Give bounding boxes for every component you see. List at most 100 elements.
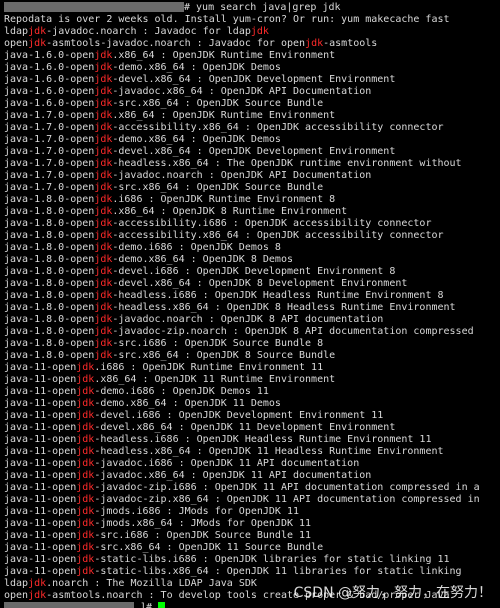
output-line: java-1.7.0-openjdk-demo.x86_64 : OpenJDK…: [4, 134, 281, 145]
search-match: jdk: [76, 530, 95, 541]
search-match: jdk: [94, 98, 113, 109]
terminal-cursor: [158, 602, 166, 608]
search-match: jdk: [76, 458, 95, 469]
trailing-prompt-tail: ]#: [134, 602, 153, 608]
output-line: java-11-openjdk-javadoc-zip.i686 : OpenJ…: [4, 482, 480, 493]
search-match: jdk: [305, 38, 324, 49]
search-match: jdk: [94, 134, 113, 145]
output-line: java-1.7.0-openjdk-accessibility.x86_64 …: [4, 122, 444, 133]
output-line: java-1.7.0-openjdk-devel.x86_64 : OpenJD…: [4, 146, 396, 157]
output-line: java-11-openjdk-headless.x86_64 : OpenJD…: [4, 446, 444, 457]
search-match: jdk: [94, 122, 113, 133]
output-line: Repodata is over 2 weeks old. Install yu…: [4, 14, 450, 25]
output-line: java-1.8.0-openjdk-demo.x86_64 : OpenJDK…: [4, 254, 293, 265]
search-match: jdk: [76, 542, 95, 553]
search-match: jdk: [94, 194, 113, 205]
prompt-command: # yum search java|grep jdk: [184, 2, 341, 13]
output-line: java-11-openjdk-headless.i686 : OpenJDK …: [4, 434, 432, 445]
output-line: java-1.8.0-openjdk-headless.i686 : OpenJ…: [4, 290, 444, 301]
search-match: jdk: [94, 338, 113, 349]
output-line: java-11-openjdk-jmods.x86_64 : JMods for…: [4, 518, 312, 529]
search-match: jdk: [94, 62, 113, 73]
output-line: java-11-openjdk-demo.i686 : OpenJDK Demo…: [4, 386, 269, 397]
output-line: java-1.8.0-openjdk-devel.x86_64 : OpenJD…: [4, 278, 408, 289]
search-match: jdk: [76, 410, 95, 421]
output-line: java-1.7.0-openjdk.x86_64 : OpenJDK Runt…: [4, 110, 336, 121]
output-line: java-11-openjdk-demo.x86_64 : OpenJDK 11…: [4, 398, 281, 409]
output-line: java-1.6.0-openjdk-demo.x86_64 : OpenJDK…: [4, 62, 281, 73]
output-line: java-1.6.0-openjdk.x86_64 : OpenJDK Runt…: [4, 50, 336, 61]
search-match: jdk: [94, 302, 113, 313]
output-line: java-1.8.0-openjdk-headless.x86_64 : Ope…: [4, 302, 456, 313]
output-line: java-11-openjdk-devel.x86_64 : OpenJDK 1…: [4, 422, 396, 433]
output-line: java-1.7.0-openjdk-javadoc.noarch : Open…: [4, 170, 372, 181]
search-match: jdk: [94, 290, 113, 301]
output-line: java-1.8.0-openjdk-accessibility.i686 : …: [4, 218, 432, 229]
terminal-window[interactable]: # yum search java|grep jdk Repodata is o…: [0, 0, 500, 608]
output-line: java-1.8.0-openjdk-javadoc.noarch : Open…: [4, 314, 384, 325]
search-match: jdk: [94, 278, 113, 289]
output-line: java-1.8.0-openjdk.i686 : OpenJDK Runtim…: [4, 194, 336, 205]
output-line: java-11-openjdk-jmods.i686 : JMods for O…: [4, 506, 300, 517]
output-line: java-1.6.0-openjdk-devel.x86_64 : OpenJD…: [4, 74, 396, 85]
search-match: jdk: [76, 518, 95, 529]
output-line: java-11-openjdk-src.i686 : OpenJDK Sourc…: [4, 530, 312, 541]
output-line: ldapjdk-javadoc.noarch : Javadoc for lda…: [4, 26, 269, 37]
redacted-prompt: [4, 2, 184, 12]
search-match: jdk: [76, 422, 95, 433]
output-line: java-1.8.0-openjdk-src.x86_64 : OpenJDK …: [4, 350, 336, 361]
output-line: java-11-openjdk-static-libs.x86_64 : Ope…: [4, 566, 462, 577]
search-match: jdk: [28, 590, 47, 601]
output-line: java-11-openjdk.x86_64 : OpenJDK 11 Runt…: [4, 374, 336, 385]
output-line: java-11-openjdk-devel.i686 : OpenJDK Dev…: [4, 410, 384, 421]
search-match: jdk: [76, 554, 95, 565]
search-match: jdk: [76, 470, 95, 481]
csdn-watermark: CSDN @努力，努力，在努力！: [293, 585, 492, 601]
search-match: jdk: [28, 38, 47, 49]
search-match: jdk: [94, 350, 113, 361]
output-line: java-11-openjdk.i686 : OpenJDK Runtime E…: [4, 362, 324, 373]
redacted-prompt: [4, 602, 134, 608]
output-line: java-1.8.0-openjdk-javadoc-zip.noarch : …: [4, 326, 474, 337]
search-match: jdk: [94, 182, 113, 193]
search-match: jdk: [76, 434, 95, 445]
search-match: jdk: [76, 374, 95, 385]
output-line: java-1.8.0-openjdk-devel.i686 : OpenJDK …: [4, 266, 396, 277]
search-match: jdk: [94, 86, 113, 97]
search-match: jdk: [94, 50, 113, 61]
search-match: jdk: [76, 566, 95, 577]
search-match: jdk: [94, 242, 113, 253]
output-line: java-1.8.0-openjdk-src.i686 : OpenJDK So…: [4, 338, 324, 349]
search-match: jdk: [76, 494, 95, 505]
search-output: Repodata is over 2 weeks old. Install yu…: [4, 14, 500, 602]
search-match: jdk: [76, 506, 95, 517]
output-line: java-11-openjdk-static-libs.i686 : OpenJ…: [4, 554, 450, 565]
search-match: jdk: [94, 74, 113, 85]
output-line: java-1.7.0-openjdk-headless.x86_64 : The…: [4, 158, 462, 169]
command-prompt-line: # yum search java|grep jdk: [4, 2, 500, 14]
search-match: jdk: [76, 446, 95, 457]
search-match: jdk: [76, 398, 95, 409]
search-match: jdk: [94, 326, 113, 337]
output-line: java-11-openjdk-javadoc.i686 : OpenJDK 1…: [4, 458, 360, 469]
output-line: java-1.6.0-openjdk-src.x86_64 : OpenJDK …: [4, 98, 324, 109]
search-match: jdk: [250, 26, 269, 37]
trailing-prompt-line: ]#: [4, 602, 500, 608]
search-match: jdk: [76, 482, 95, 493]
search-match: jdk: [28, 26, 47, 37]
output-line: java-11-openjdk-src.x86_64 : OpenJDK 11 …: [4, 542, 324, 553]
output-line: java-1.8.0-openjdk-accessibility.x86_64 …: [4, 230, 444, 241]
search-match: jdk: [94, 206, 113, 217]
search-match: jdk: [94, 266, 113, 277]
output-line: openjdk-asmtools-javadoc.noarch : Javado…: [4, 38, 378, 49]
search-match: jdk: [94, 170, 113, 181]
output-line: java-1.8.0-openjdk.x86_64 : OpenJDK 8 Ru…: [4, 206, 348, 217]
output-line: java-1.7.0-openjdk-src.x86_64 : OpenJDK …: [4, 182, 324, 193]
output-line: java-1.8.0-openjdk-demo.i686 : OpenJDK D…: [4, 242, 281, 253]
search-match: jdk: [94, 230, 113, 241]
output-line: java-11-openjdk-javadoc-zip.x86_64 : Ope…: [4, 494, 480, 505]
search-match: jdk: [94, 254, 113, 265]
search-match: jdk: [28, 578, 47, 589]
search-match: jdk: [94, 218, 113, 229]
search-match: jdk: [76, 362, 95, 373]
